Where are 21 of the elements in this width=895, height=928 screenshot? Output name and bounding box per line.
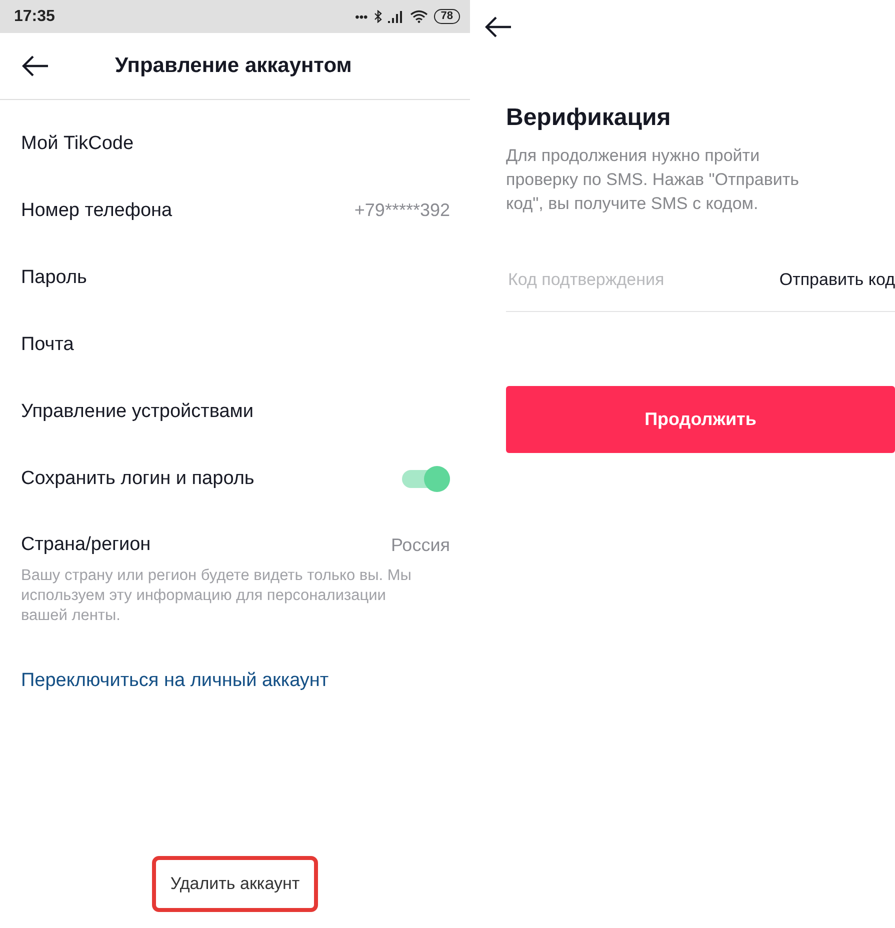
delete-account-button[interactable]: Удалить аккаунт — [152, 856, 318, 912]
menu-item-value: Россия — [390, 534, 450, 556]
menu-item-label: Сохранить логин и пароль — [21, 468, 254, 490]
screen-title: Управление аккаунтом — [115, 54, 352, 78]
code-field[interactable]: Код подтверждения Отправить код — [506, 254, 895, 312]
switch-account-link[interactable]: Переключиться на личный аккаунт — [21, 670, 329, 692]
status-time: 17:35 — [14, 8, 55, 26]
menu-item-label[interactable]: Номер телефона — [21, 200, 172, 222]
send-code-button[interactable]: Отправить код — [779, 270, 895, 290]
more-dots: ••• — [355, 10, 368, 24]
menu-item-label[interactable]: Почта — [21, 334, 74, 356]
verification-description: Для продолжения нужно пройти проверку по SMS. Нажав "Отправить код", вы получите SMS с кодом. — [506, 145, 800, 215]
menu-item-value: +79*****392 — [354, 200, 450, 221]
description-text: Вашу страну или регион будете видеть только вы. Мы используем эту информацию для персонализации вашей ленты. — [21, 566, 412, 626]
menu-item-label[interactable]: Управление устройствами — [21, 400, 254, 422]
menu-item-label[interactable]: Мой TikCode — [21, 132, 134, 154]
verification-title: Верификация — [506, 104, 672, 132]
battery-indicator: 78 — [434, 9, 460, 24]
continue-button[interactable]: Продолжить — [506, 386, 895, 453]
menu-item-label[interactable]: Страна/регион — [21, 534, 151, 556]
menu-item-label[interactable]: Пароль — [21, 266, 87, 288]
